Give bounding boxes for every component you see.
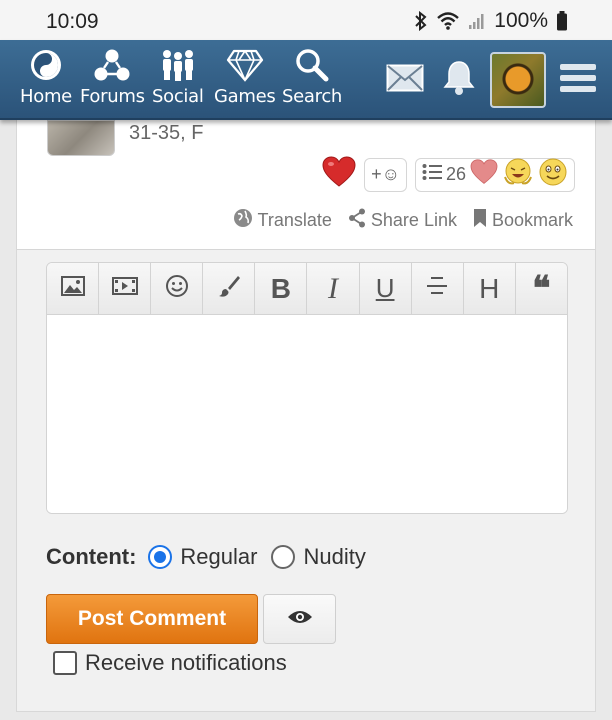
status-bar: 10:09 100% <box>0 0 612 40</box>
nav-home-label: Home <box>20 86 72 107</box>
color-brush-button[interactable] <box>203 263 256 314</box>
battery-icon <box>556 11 568 31</box>
laughing-emoji-icon <box>502 157 534 192</box>
yin-yang-icon <box>29 48 63 82</box>
globe-icon <box>233 208 253 233</box>
add-reaction-label: +☺ <box>371 164 400 184</box>
search-icon <box>294 48 330 82</box>
regular-label: Regular <box>180 544 258 569</box>
insert-video-button[interactable] <box>99 263 152 314</box>
nav-search[interactable]: Search <box>282 48 342 107</box>
heart-reaction-icon <box>470 159 498 190</box>
nav-social[interactable]: Social <box>152 48 204 107</box>
nudity-label: Nudity <box>303 544 366 569</box>
post-actions: Translate Share Link Bookmark <box>233 208 573 233</box>
italic-icon: I <box>328 271 339 305</box>
avatar <box>490 52 546 108</box>
status-time: 10:09 <box>46 10 99 33</box>
receive-notifications-checkbox[interactable] <box>53 651 77 675</box>
nav-social-label: Social <box>152 86 204 107</box>
share-link[interactable]: Share Link <box>348 208 457 233</box>
nudity-radio[interactable] <box>271 545 296 569</box>
forums-icon <box>94 48 130 82</box>
comment-text-area[interactable] <box>47 315 567 513</box>
nav-games-label: Games <box>214 86 276 107</box>
heading-button[interactable]: H <box>464 263 516 314</box>
align-center-button[interactable] <box>412 263 464 314</box>
strikethrough-icon <box>425 275 449 302</box>
messages-button[interactable] <box>386 40 424 120</box>
quote-icon: ❝ <box>532 269 551 308</box>
heading-icon: H <box>479 272 500 304</box>
list-icon <box>422 163 442 186</box>
envelope-icon <box>386 64 424 97</box>
content-option-nudity[interactable]: Nudity <box>271 544 366 570</box>
nav-search-label: Search <box>282 86 343 107</box>
bookmark-label: Bookmark <box>491 210 573 230</box>
video-icon <box>111 276 138 301</box>
italic-button[interactable]: I <box>307 263 360 314</box>
insert-image-button[interactable] <box>47 263 100 314</box>
bold-button[interactable]: B <box>255 263 308 314</box>
reaction-count: 26 <box>445 164 466 184</box>
insert-emoji-button[interactable] <box>151 263 204 314</box>
translate-label: Translate <box>257 210 332 230</box>
share-icon <box>348 208 366 233</box>
wifi-icon <box>436 11 460 31</box>
bluetooth-icon <box>414 11 428 31</box>
receive-notifications-label: Receive notifications <box>85 650 287 675</box>
signal-icon <box>468 12 486 30</box>
hamburger-menu-icon <box>559 62 597 99</box>
brush-icon <box>217 274 241 303</box>
notify-row: Receive notifications <box>53 650 287 676</box>
share-label: Share Link <box>370 210 457 230</box>
emoji-icon <box>165 274 189 303</box>
content-label: Content: <box>46 544 137 569</box>
underline-icon: U <box>375 273 395 303</box>
translate-link[interactable]: Translate <box>233 208 332 233</box>
bold-icon: B <box>270 272 292 304</box>
diamond-icon <box>226 48 264 82</box>
post-card: 31-35, F +☺ 26 Translate Share Link Book… <box>16 120 596 712</box>
smiley-emoji-icon <box>538 157 568 192</box>
quote-button[interactable]: ❝ <box>516 263 567 314</box>
add-reaction-button[interactable]: +☺ <box>364 157 407 192</box>
nav-games[interactable]: Games <box>214 48 276 107</box>
preview-button[interactable] <box>263 594 336 644</box>
post-thumbnail[interactable] <box>47 120 115 156</box>
editor-toolbar: B I U H ❝ <box>47 263 567 315</box>
nav-forums-label: Forums <box>80 86 145 107</box>
reactions-bar: +☺ 26 <box>322 156 575 193</box>
content-rating-row: Content: Regular Nudity <box>46 544 380 570</box>
nav-forums[interactable]: Forums <box>80 48 145 107</box>
nav-home[interactable]: Home <box>20 48 72 107</box>
battery-level: 100% <box>494 9 548 32</box>
underline-button[interactable]: U <box>360 263 412 314</box>
image-icon <box>60 276 85 301</box>
heart-like-icon[interactable] <box>322 156 356 193</box>
reaction-summary[interactable]: 26 <box>414 157 575 192</box>
bookmark-link[interactable]: Bookmark <box>473 208 573 233</box>
post-comment-button[interactable]: Post Comment <box>46 594 258 644</box>
content-option-regular[interactable]: Regular <box>148 544 257 570</box>
menu-button[interactable] <box>559 40 597 120</box>
eye-icon <box>287 609 313 630</box>
comment-editor: B I U H ❝ <box>46 262 568 514</box>
notifications-button[interactable] <box>443 40 475 120</box>
bookmark-icon <box>473 208 487 233</box>
top-nav: Home Forums Social Games Search <box>0 40 612 120</box>
bell-icon <box>443 60 475 101</box>
regular-radio[interactable] <box>148 545 173 569</box>
user-avatar[interactable] <box>490 40 546 120</box>
user-age-gender: 31-35, F <box>129 122 204 144</box>
post-header: 31-35, F +☺ 26 Translate Share Link Book… <box>17 120 595 250</box>
people-icon <box>159 48 197 82</box>
